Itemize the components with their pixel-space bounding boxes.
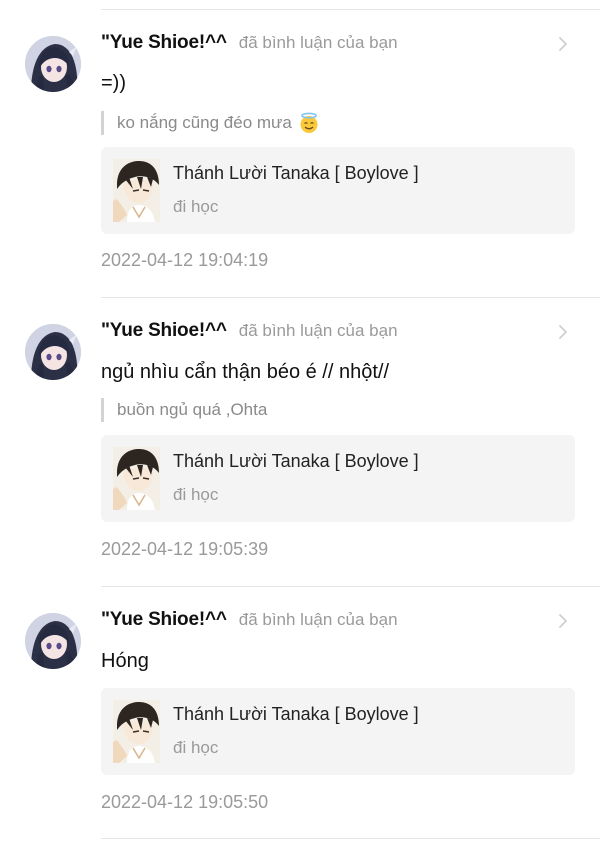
divider	[101, 838, 600, 839]
action-text: đã bình luận của bạn	[238, 610, 398, 629]
quote-bar	[101, 398, 104, 422]
comment-text: =))	[101, 72, 126, 94]
action-text: đã bình luận của bạn	[238, 321, 398, 340]
post-text: đi học	[173, 485, 219, 504]
quote-text: buồn ngủ quá ,Ohta	[117, 400, 268, 419]
username[interactable]: "Yue Shioe!^^	[101, 320, 227, 342]
chevron-right-icon[interactable]	[555, 611, 571, 631]
post-card[interactable]: Thánh Lười Tanaka [ Boylove ] đi học	[101, 435, 575, 522]
divider	[101, 9, 600, 10]
notification-header: "Yue Shioe!^^ đã bình luận của bạn	[101, 32, 398, 58]
post-thumbnail	[113, 700, 160, 763]
smiling-face-with-halo-emoji-icon	[299, 112, 319, 134]
post-card[interactable]: Thánh Lười Tanaka [ Boylove ] đi học	[101, 688, 575, 775]
username[interactable]: "Yue Shioe!^^	[101, 609, 227, 631]
notification-header: "Yue Shioe!^^ đã bình luận của bạn	[101, 320, 398, 346]
post-thumbnail	[113, 447, 160, 510]
action-text: đã bình luận của bạn	[238, 33, 398, 52]
timestamp: 2022-04-12 19:05:39	[101, 539, 269, 559]
post-text: đi học	[173, 738, 219, 757]
quote-text: ko nắng cũng đéo mưa	[117, 113, 292, 132]
post-text: đi học	[173, 197, 219, 216]
quoted-comment: buồn ngủ quá ,Ohta	[101, 398, 267, 422]
post-title: Thánh Lười Tanaka [ Boylove ]	[173, 451, 419, 471]
divider	[101, 586, 600, 587]
quoted-comment: ko nắng cũng đéo mưa	[101, 111, 320, 135]
avatar[interactable]	[25, 613, 81, 669]
username[interactable]: "Yue Shioe!^^	[101, 32, 227, 54]
post-title: Thánh Lười Tanaka [ Boylove ]	[173, 704, 419, 724]
comment-text: Hóng	[101, 650, 149, 672]
avatar[interactable]	[25, 36, 81, 92]
comment-text: ngủ nhìu cẩn thận béo é // nhột//	[101, 361, 390, 383]
timestamp: 2022-04-12 19:05:50	[101, 792, 269, 812]
post-card[interactable]: Thánh Lười Tanaka [ Boylove ] đi học	[101, 147, 575, 234]
divider	[101, 297, 600, 298]
chevron-right-icon[interactable]	[555, 322, 571, 342]
quote-bar	[101, 111, 104, 135]
notification-header: "Yue Shioe!^^ đã bình luận của bạn	[101, 609, 398, 635]
post-title: Thánh Lười Tanaka [ Boylove ]	[173, 163, 419, 183]
timestamp: 2022-04-12 19:04:19	[101, 250, 269, 270]
post-thumbnail	[113, 159, 160, 222]
chevron-right-icon[interactable]	[555, 34, 571, 54]
avatar[interactable]	[25, 324, 81, 380]
